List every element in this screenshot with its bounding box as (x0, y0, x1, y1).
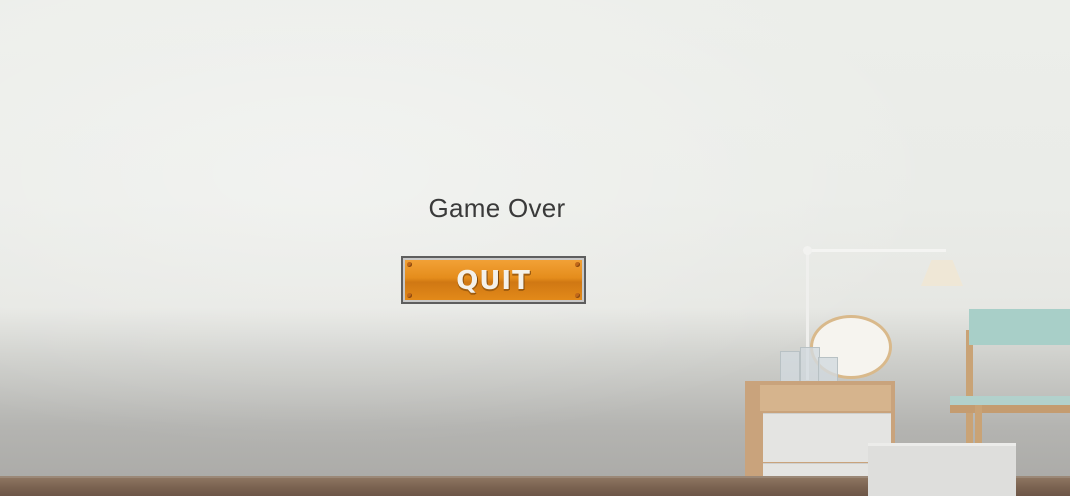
quit-button[interactable]: QUIT (401, 256, 586, 304)
wall (0, 0, 1070, 496)
game-over-title: Game Over (428, 193, 566, 223)
quit-button-label: QUIT (456, 266, 531, 296)
game-over-screen: Game Over QUIT (0, 0, 1070, 496)
storage-box (868, 443, 1016, 496)
